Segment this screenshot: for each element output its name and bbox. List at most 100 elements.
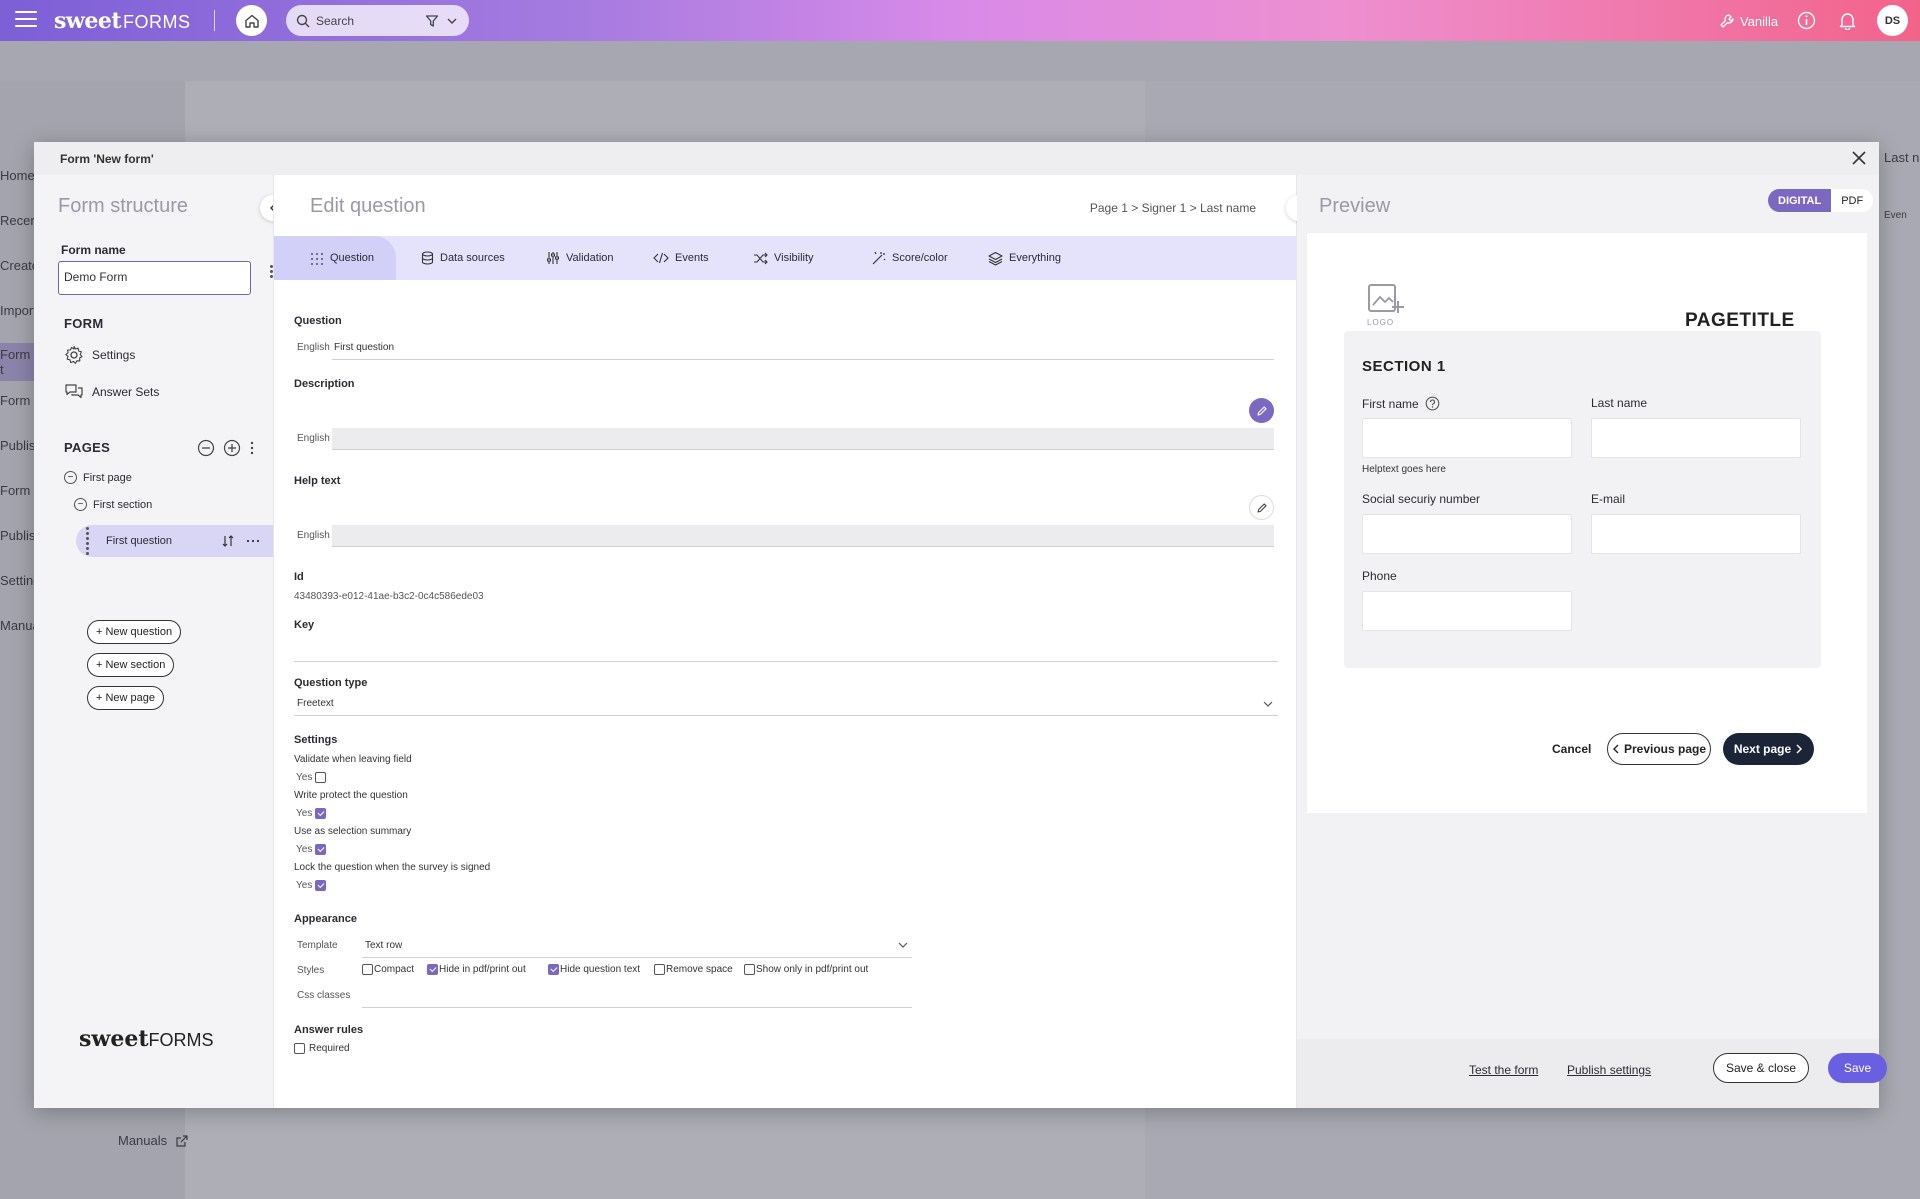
appearance-label: Appearance <box>294 913 357 925</box>
question-label: Question <box>294 315 342 327</box>
key-label: Key <box>294 619 315 631</box>
key-input[interactable] <box>294 661 1278 662</box>
setting-label: Write protect the question <box>294 790 408 801</box>
required-checkbox[interactable] <box>294 1043 305 1054</box>
ssn-field-label: Social securiy number <box>1362 492 1481 506</box>
test-form-link[interactable]: Test the form <box>1469 1063 1538 1077</box>
info-icon[interactable] <box>1797 11 1816 30</box>
tree-section-item[interactable]: − First section <box>74 498 152 511</box>
page-title: PAGETITLE <box>1685 310 1795 331</box>
form-name-input[interactable]: Demo Form <box>58 261 251 295</box>
panel-title: Preview <box>1319 195 1391 217</box>
email-input[interactable] <box>1591 514 1801 554</box>
answer-sets-label: Answer Sets <box>92 385 160 399</box>
previous-page-button[interactable]: Previous page <box>1607 733 1711 765</box>
style-option-hide-pdf[interactable]: Hide in pdf/print out <box>427 964 526 975</box>
new-question-button[interactable]: + New question <box>87 620 182 644</box>
next-page-button[interactable]: Next page <box>1723 733 1814 765</box>
settings-link[interactable]: Settings <box>64 345 135 365</box>
filter-icon[interactable] <box>425 14 439 28</box>
tree-question-item[interactable]: First question <box>76 525 273 557</box>
chevron-down-icon[interactable] <box>1262 698 1274 710</box>
tab-everything[interactable]: Everything <box>988 236 1061 280</box>
collapse-icon[interactable]: − <box>74 498 87 511</box>
form-structure-panel: Form structure Form name Demo Form FORM … <box>34 175 286 1108</box>
new-section-button[interactable]: + New section <box>87 653 175 677</box>
answer-sets-link[interactable]: Answer Sets <box>64 382 159 402</box>
style-option-remove-space[interactable]: Remove space <box>654 964 733 975</box>
selection-summary-checkbox[interactable] <box>315 844 326 855</box>
publish-settings-link[interactable]: Publish settings <box>1567 1063 1651 1077</box>
lock-when-signed-checkbox[interactable] <box>315 880 326 891</box>
last-name-input[interactable] <box>1591 418 1801 458</box>
style-option-show-only-pdf[interactable]: Show only in pdf/print out <box>744 964 868 975</box>
phone-field-label: Phone <box>1362 569 1397 583</box>
wrench-icon <box>1720 14 1734 28</box>
tab-question[interactable]: Question <box>274 236 396 280</box>
ssn-input[interactable] <box>1362 514 1572 554</box>
description-textarea[interactable] <box>332 428 1274 450</box>
bell-icon[interactable] <box>1838 11 1857 30</box>
bg-manuals-link: Manuals <box>118 1133 189 1148</box>
edit-help-text-button[interactable] <box>1249 495 1274 520</box>
modal-header: Form 'New form' <box>34 142 1879 175</box>
tab-events[interactable]: Events <box>653 236 709 280</box>
edit-description-button[interactable] <box>1249 398 1274 423</box>
digital-toggle[interactable]: DIGITAL <box>1768 189 1832 212</box>
validate-leaving-checkbox[interactable] <box>315 772 326 783</box>
chevron-down-icon[interactable] <box>897 939 909 951</box>
app-logo: sweet FORMS <box>54 8 191 34</box>
home-button[interactable] <box>236 5 267 36</box>
tab-visibility[interactable]: Visibility <box>753 236 814 280</box>
settings-link-label: Settings <box>92 348 136 362</box>
required-label: Required <box>309 1043 350 1054</box>
chevron-down-icon[interactable] <box>445 14 459 28</box>
collapse-all-icon[interactable] <box>197 439 215 457</box>
editor-tabs: Question Data sources Validation Events … <box>274 236 1296 280</box>
css-classes-input[interactable] <box>362 1007 912 1008</box>
user-environment[interactable]: Vanilla <box>1719 13 1778 29</box>
question-lang: English <box>297 342 330 353</box>
avatar[interactable]: DS <box>1877 5 1908 36</box>
setting-label: Validate when leaving field <box>294 754 412 765</box>
template-select[interactable]: Text row <box>365 940 402 951</box>
setting-yes: Yes <box>296 844 313 855</box>
pdf-toggle[interactable]: PDF <box>1831 189 1874 212</box>
close-icon[interactable] <box>1849 148 1869 168</box>
first-name-input[interactable] <box>1362 418 1572 458</box>
tree-page-item[interactable]: − First page <box>64 471 132 484</box>
css-classes-label: Css classes <box>297 990 351 1001</box>
plus-icon: + <box>96 692 103 704</box>
bg-right-text: Last n <box>1884 150 1920 165</box>
help-text-textarea[interactable] <box>332 525 1274 547</box>
layers-icon <box>988 251 1003 266</box>
cancel-button[interactable]: Cancel <box>1552 742 1591 756</box>
add-page-icon[interactable] <box>223 439 241 457</box>
id-label: Id <box>294 571 304 583</box>
save-button[interactable]: Save <box>1828 1053 1887 1083</box>
search-box[interactable]: Search <box>286 5 469 36</box>
bg-nav-item: Form t <box>0 343 34 381</box>
divider <box>214 10 215 31</box>
modal-footer: Test the form Publish settings Save & cl… <box>1297 1039 1887 1108</box>
drag-handle-icon[interactable] <box>86 527 92 555</box>
chevron-left-icon <box>1612 744 1619 754</box>
more-horizontal-icon[interactable] <box>245 538 261 544</box>
style-option-hide-question-text[interactable]: Hide question text <box>548 964 640 975</box>
tab-validation[interactable]: Validation <box>546 236 614 280</box>
phone-input[interactable] <box>1362 591 1572 631</box>
collapse-icon[interactable]: − <box>64 471 77 484</box>
new-page-button[interactable]: + New page <box>87 686 164 710</box>
help-circle-icon[interactable] <box>1425 396 1440 411</box>
tab-score-color[interactable]: Score/color <box>872 236 948 280</box>
tab-data-sources[interactable]: Data sources <box>421 236 505 280</box>
write-protect-checkbox[interactable] <box>315 808 326 819</box>
style-option-compact[interactable]: Compact <box>362 964 414 975</box>
question-type-select[interactable]: Freetext <box>297 698 334 709</box>
question-input[interactable]: First question <box>334 342 394 353</box>
template-label: Template <box>297 940 338 951</box>
save-close-button[interactable]: Save & close <box>1713 1053 1809 1083</box>
hamburger-menu-icon[interactable] <box>15 11 37 29</box>
more-vertical-icon[interactable] <box>249 439 255 457</box>
sort-arrows-icon[interactable] <box>221 534 235 548</box>
